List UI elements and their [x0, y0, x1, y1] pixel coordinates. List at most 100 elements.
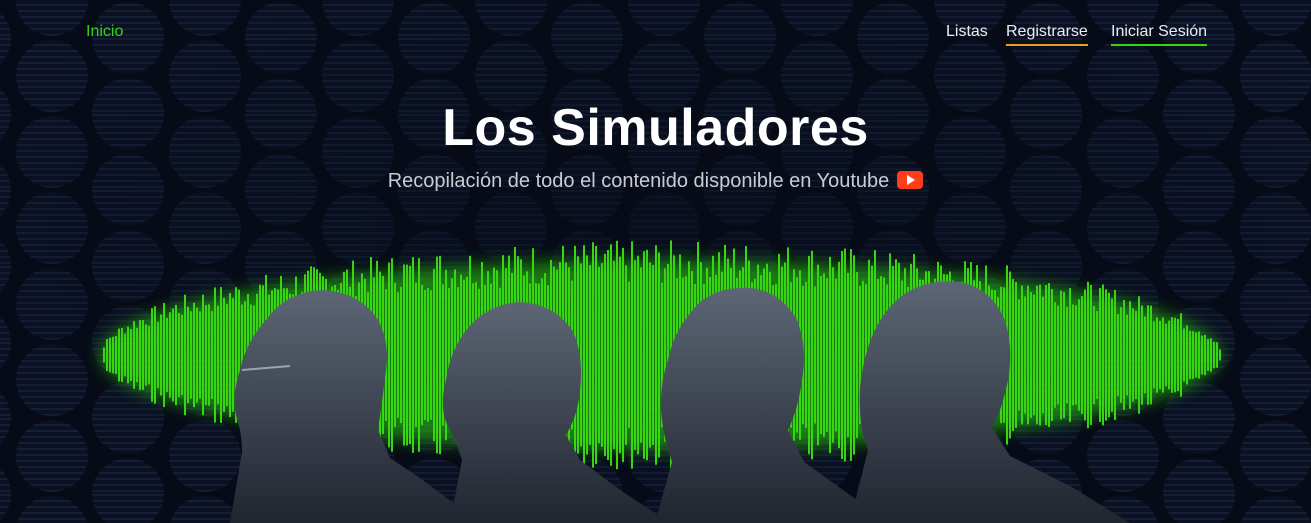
soundwave-bar: [1078, 299, 1080, 411]
soundwave-bar: [436, 256, 438, 454]
soundwave-bar: [589, 265, 591, 445]
soundwave-bar: [601, 263, 603, 447]
soundwave-bar: [844, 248, 846, 462]
soundwave-bar: [1138, 296, 1140, 414]
soundwave-bar: [106, 339, 108, 371]
soundwave-bar: [226, 304, 228, 406]
soundwave-bar: [841, 250, 843, 460]
soundwave-bar: [580, 263, 582, 447]
soundwave-bar: [1018, 299, 1020, 411]
soundwave-bar: [811, 250, 813, 460]
soundwave-bar: [817, 264, 819, 446]
soundwave-bar: [109, 337, 111, 373]
soundwave-bar: [178, 312, 180, 398]
soundwave-bar: [628, 281, 630, 429]
soundwave-bar: [1045, 285, 1047, 425]
soundwave-bar: [1156, 317, 1158, 393]
soundwave-bar: [652, 265, 654, 445]
soundwave-bar: [172, 308, 174, 402]
soundwave-bar: [1027, 285, 1029, 425]
soundwave-bar: [1141, 305, 1143, 405]
soundwave-bar: [1111, 298, 1113, 412]
soundwave-bar: [406, 264, 408, 446]
soundwave-bar: [838, 261, 840, 449]
soundwave-bar: [1177, 318, 1179, 392]
soundwave-bar: [433, 268, 435, 442]
soundwave-bar: [175, 304, 177, 406]
soundwave-bar: [1066, 306, 1068, 404]
soundwave-bar: [1162, 317, 1164, 393]
soundwave-bar: [1012, 279, 1014, 431]
soundwave-bar: [583, 245, 585, 465]
soundwave-bar: [850, 249, 852, 461]
soundwave-bar: [400, 286, 402, 424]
soundwave-bar: [1195, 332, 1197, 378]
soundwave-bar: [1105, 289, 1107, 421]
soundwave-bar: [199, 311, 201, 399]
soundwave-bar: [646, 249, 648, 461]
soundwave-bar: [427, 287, 429, 423]
soundwave-bar: [166, 318, 168, 392]
soundwave-bar: [1159, 320, 1161, 390]
soundwave-bar: [130, 328, 132, 382]
soundwave-bar: [586, 255, 588, 455]
soundwave-bar: [1144, 316, 1146, 394]
soundwave-bar: [160, 314, 162, 396]
soundwave-bar: [625, 265, 627, 445]
soundwave-bar: [826, 278, 828, 432]
soundwave-bar: [1093, 305, 1095, 405]
soundwave-bar: [232, 298, 234, 412]
nav-inicio-link[interactable]: Inicio: [86, 22, 123, 44]
soundwave-bar: [805, 281, 807, 429]
soundwave-bar: [133, 321, 135, 389]
soundwave-bar: [388, 262, 390, 448]
soundwave-bar: [193, 302, 195, 408]
hero-title: Los Simuladores: [442, 99, 869, 157]
soundwave-bar: [1135, 310, 1137, 400]
soundwave-bar: [1180, 313, 1182, 397]
soundwave-bar: [430, 290, 432, 420]
soundwave-bar: [118, 328, 120, 382]
soundwave-bar: [1075, 305, 1077, 405]
soundwave-bar: [631, 241, 633, 469]
soundwave-bar: [619, 256, 621, 454]
soundwave-bar: [1069, 288, 1071, 422]
soundwave-bar: [157, 321, 159, 389]
soundwave-bar: [613, 260, 615, 450]
soundwave-bar: [412, 257, 414, 453]
soundwave-bar: [598, 266, 600, 444]
soundwave-bar: [1081, 296, 1083, 414]
soundwave-bar: [847, 272, 849, 438]
soundwave-bar: [1084, 289, 1086, 421]
soundwave-bar: [808, 255, 810, 455]
soundwave-bar: [1051, 289, 1053, 421]
soundwave-bar: [103, 347, 105, 363]
hero-subtitle-row: Recopilación de todo el contenido dispon…: [0, 168, 1311, 194]
soundwave-bar: [1186, 325, 1188, 385]
soundwave-bar: [649, 262, 651, 448]
soundwave-bar: [595, 245, 597, 465]
soundwave-bar: [1198, 331, 1200, 379]
nav-iniciar-sesion-link[interactable]: Iniciar Sesión: [1111, 22, 1208, 46]
soundwave-bar: [181, 314, 183, 396]
hero-soundwave-artwork: [100, 240, 1221, 523]
nav-registrarse-link[interactable]: Registrarse: [1006, 22, 1088, 46]
nav-listas-link[interactable]: Listas: [946, 22, 988, 44]
soundwave-bar: [142, 320, 144, 390]
soundwave-bar: [139, 320, 141, 390]
soundwave-bar: [832, 267, 834, 443]
soundwave-bar: [1042, 296, 1044, 414]
soundwave-bar: [634, 260, 636, 450]
soundwave-bar: [220, 287, 222, 423]
soundwave-bar: [1201, 335, 1203, 375]
soundwave-bar: [604, 253, 606, 457]
soundwave-bar: [184, 294, 186, 416]
soundwave-bar: [1132, 308, 1134, 402]
soundwave-bar: [1168, 320, 1170, 390]
soundwave-bar: [1153, 321, 1155, 389]
soundwave-bar: [211, 311, 213, 399]
soundwave-bar: [1015, 282, 1017, 428]
soundwave-bar: [1213, 341, 1215, 369]
soundwave-bar: [421, 284, 423, 426]
soundwave-bar: [1183, 328, 1185, 382]
